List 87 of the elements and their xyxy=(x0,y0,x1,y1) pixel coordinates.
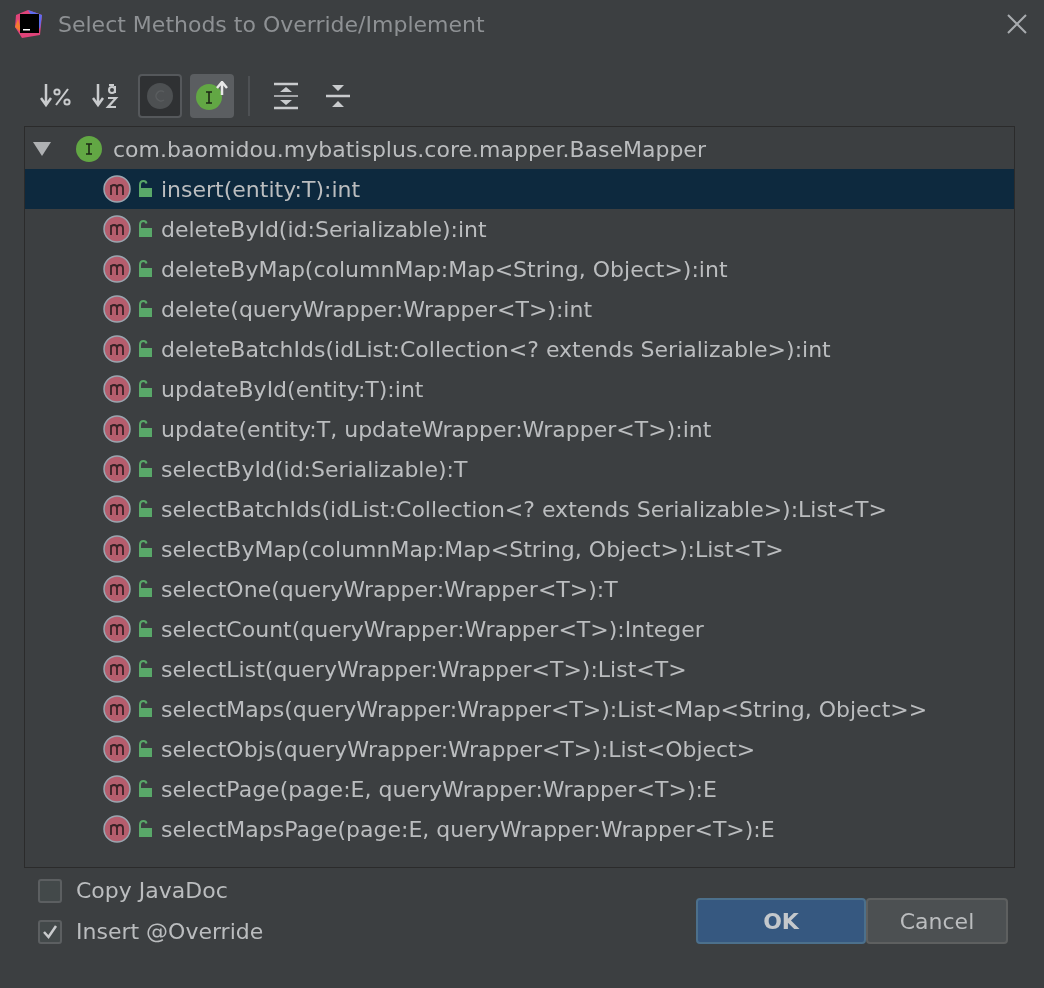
method-signature: deleteByMap(columnMap:Map<String, Object>):int xyxy=(161,256,728,282)
method-row[interactable]: selectOne(queryWrapper:Wrapper<T>):T xyxy=(25,569,1014,609)
method-icon xyxy=(103,655,131,683)
interface-icon xyxy=(195,81,229,111)
method-row[interactable]: insert(entity:T):int xyxy=(25,169,1014,209)
method-signature: selectBatchIds(idList:Collection<? extends Serializable>):List<T> xyxy=(161,496,887,522)
interface-icon xyxy=(75,135,103,163)
method-icon xyxy=(103,215,131,243)
lock-icon xyxy=(137,220,153,238)
lock-icon xyxy=(137,460,153,478)
method-signature: selectList(queryWrapper:Wrapper<T>):List<T> xyxy=(161,656,687,682)
method-signature: selectMapsPage(page:E, queryWrapper:Wrapper<T>):E xyxy=(161,816,775,842)
lock-icon xyxy=(137,700,153,718)
lock-icon xyxy=(137,260,153,278)
method-icon xyxy=(103,775,131,803)
method-row[interactable]: deleteById(id:Serializable):int xyxy=(25,209,1014,249)
method-icon xyxy=(103,735,131,763)
expand-triangle-icon[interactable] xyxy=(33,141,51,157)
window-title: Select Methods to Override/Implement xyxy=(58,11,486,37)
method-row[interactable]: delete(queryWrapper:Wrapper<T>):int xyxy=(25,289,1014,329)
method-signature: update(entity:T, updateWrapper:Wrapper<T>):int xyxy=(161,416,712,442)
close-button[interactable] xyxy=(1006,13,1028,35)
method-row[interactable]: update(entity:T, updateWrapper:Wrapper<T>):int xyxy=(25,409,1014,449)
method-icon xyxy=(103,615,131,643)
lock-icon xyxy=(137,780,153,798)
method-row[interactable]: selectCount(queryWrapper:Wrapper<T>):Integer xyxy=(25,609,1014,649)
method-row[interactable]: selectList(queryWrapper:Wrapper<T>):List<T> xyxy=(25,649,1014,689)
app-logo-icon xyxy=(14,9,44,39)
method-row[interactable]: selectBatchIds(idList:Collection<? extends Serializable>):List<T> xyxy=(25,489,1014,529)
method-signature: deleteBatchIds(idList:Collection<? extends Serializable>):int xyxy=(161,336,831,362)
method-row[interactable]: deleteByMap(columnMap:Map<String, Object>):int xyxy=(25,249,1014,289)
method-row[interactable]: updateById(entity:T):int xyxy=(25,369,1014,409)
collapse-all-icon xyxy=(325,82,351,110)
method-signature: selectCount(queryWrapper:Wrapper<T>):Integer xyxy=(161,616,704,642)
lock-icon xyxy=(137,380,153,398)
close-icon xyxy=(1006,13,1028,35)
method-signature: deleteById(id:Serializable):int xyxy=(161,216,487,242)
lock-icon xyxy=(137,820,153,838)
ok-button[interactable]: OK xyxy=(696,898,866,944)
interface-name: com.baomidou.mybatisplus.core.mapper.BaseMapper xyxy=(113,136,706,162)
method-icon xyxy=(103,495,131,523)
lock-icon xyxy=(137,740,153,758)
show-interfaces-button[interactable] xyxy=(190,74,234,118)
method-row[interactable]: selectObjs(queryWrapper:Wrapper<T>):List<Object> xyxy=(25,729,1014,769)
method-icon xyxy=(103,455,131,483)
checkbox[interactable] xyxy=(38,919,62,944)
tree-node[interactable]: com.baomidou.mybatisplus.core.mapper.BaseMapper xyxy=(25,129,1014,169)
method-icon xyxy=(103,175,131,203)
lock-icon xyxy=(137,580,153,598)
method-row[interactable]: selectByMap(columnMap:Map<String, Object>):List<T> xyxy=(25,529,1014,569)
method-row[interactable]: selectMapsPage(page:E, queryWrapper:Wrapper<T>):E xyxy=(25,809,1014,849)
cancel-button[interactable]: Cancel xyxy=(866,898,1008,944)
method-signature: selectOne(queryWrapper:Wrapper<T>):T xyxy=(161,576,618,602)
lock-icon xyxy=(137,420,153,438)
method-signature: selectById(id:Serializable):T xyxy=(161,456,468,482)
method-icon xyxy=(103,335,131,363)
method-signature: delete(queryWrapper:Wrapper<T>):int xyxy=(161,296,592,322)
method-icon xyxy=(103,295,131,323)
method-row[interactable]: selectById(id:Serializable):T xyxy=(25,449,1014,489)
checkbox[interactable] xyxy=(38,878,62,903)
method-row[interactable]: selectPage(page:E, queryWrapper:Wrapper<T>):E xyxy=(25,769,1014,809)
expand-all-icon xyxy=(273,82,299,110)
method-signature: selectMaps(queryWrapper:Wrapper<T>):List<Map<String, Object>> xyxy=(161,696,928,722)
method-signature: selectPage(page:E, queryWrapper:Wrapper<T>):E xyxy=(161,776,717,802)
method-icon xyxy=(103,375,131,403)
method-icon xyxy=(103,535,131,563)
lock-icon xyxy=(137,340,153,358)
method-icon xyxy=(103,695,131,723)
lock-icon xyxy=(137,300,153,318)
method-icon xyxy=(103,255,131,283)
method-signature: selectObjs(queryWrapper:Wrapper<T>):List<Object> xyxy=(161,736,756,762)
lock-icon xyxy=(137,660,153,678)
method-row[interactable]: deleteBatchIds(idList:Collection<? extends Serializable>):int xyxy=(25,329,1014,369)
method-icon xyxy=(103,415,131,443)
lock-icon xyxy=(137,620,153,638)
checkbox-label: Insert @Override xyxy=(76,919,264,944)
method-signature: insert(entity:T):int xyxy=(161,176,361,202)
method-icon xyxy=(103,815,131,843)
method-icon xyxy=(103,575,131,603)
lock-icon xyxy=(137,540,153,558)
lock-icon xyxy=(137,180,153,198)
method-signature: updateById(entity:T):int xyxy=(161,376,424,402)
lock-icon xyxy=(137,500,153,518)
class-icon xyxy=(146,82,174,110)
method-signature: selectByMap(columnMap:Map<String, Object>):List<T> xyxy=(161,536,784,562)
checkbox-label: Copy JavaDoc xyxy=(76,878,228,903)
method-row[interactable]: selectMaps(queryWrapper:Wrapper<T>):List<Map<String, Object>> xyxy=(25,689,1014,729)
